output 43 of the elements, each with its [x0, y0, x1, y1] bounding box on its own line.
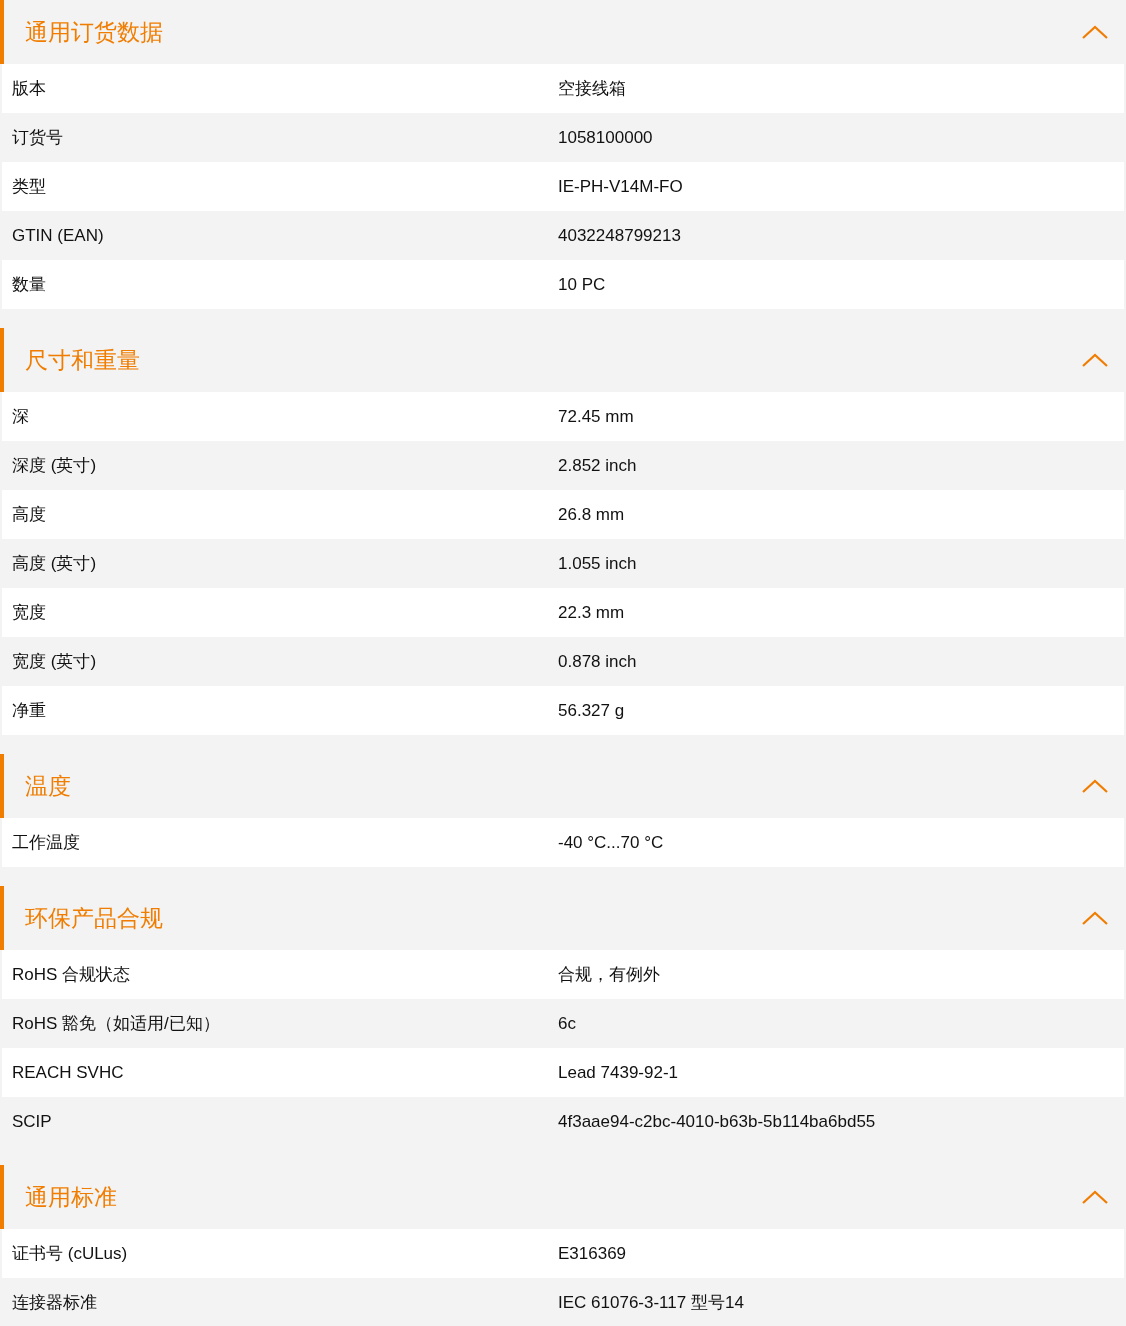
spec-value: 56.327 g	[558, 699, 626, 722]
chevron-up-icon	[1081, 24, 1109, 40]
spec-label: 数量	[12, 273, 47, 296]
spec-label: RoHS 合规状态	[12, 963, 132, 986]
spec-label: 工作温度	[12, 831, 81, 854]
spec-value: -40 °C...70 °C	[558, 831, 665, 854]
spec-value: 空接线箱	[558, 77, 627, 100]
spec-value: 1.055 inch	[558, 552, 638, 575]
spec-label: 证书号 (cULus)	[12, 1242, 129, 1265]
spec-value: 2.852 inch	[558, 454, 638, 477]
spec-value: 22.3 mm	[558, 601, 626, 624]
spec-value: IEC 61076-3-117 型号14	[558, 1291, 745, 1314]
chevron-up-icon	[1081, 352, 1109, 368]
spec-value: 0.878 inch	[558, 650, 638, 673]
spec-label: 净重	[12, 699, 47, 722]
spec-label: 连接器标准	[12, 1291, 98, 1314]
spec-label: 订货号	[12, 126, 64, 149]
spec-value: 4032248799213	[558, 224, 682, 247]
spec-value: 合规，有例外	[558, 963, 661, 986]
spec-label: 深	[12, 405, 30, 428]
spec-value: 26.8 mm	[558, 503, 626, 526]
spec-label: 深度 (英寸)	[12, 454, 98, 477]
chevron-up-icon	[1081, 1189, 1109, 1205]
spec-label: 宽度 (英寸)	[12, 650, 98, 673]
spec-label: 类型	[12, 175, 47, 198]
spec-label: GTIN (EAN)	[12, 224, 105, 247]
spec-label: SCIP	[12, 1110, 53, 1133]
spec-label: 高度 (英寸)	[12, 552, 98, 575]
spec-value: 6c	[558, 1012, 577, 1035]
spec-label: RoHS 豁免（如适用/已知）	[12, 1012, 221, 1035]
spec-value: Lead 7439-92-1	[558, 1061, 680, 1084]
spec-label: 高度	[12, 503, 47, 526]
spec-label: 宽度	[12, 601, 47, 624]
spec-value: E316369	[558, 1242, 628, 1265]
spec-value: IE-PH-V14M-FO	[558, 175, 684, 198]
spec-value: 72.45 mm	[558, 405, 635, 428]
spec-label: 版本	[12, 77, 47, 100]
spec-value: 10 PC	[558, 273, 607, 296]
spec-value: 1058100000	[558, 126, 654, 149]
chevron-up-icon	[1081, 910, 1109, 926]
spec-label: REACH SVHC	[12, 1061, 125, 1084]
spec-value: 4f3aae94-c2bc-4010-b63b-5b114ba6bd55	[558, 1110, 877, 1133]
chevron-up-icon	[1081, 778, 1109, 794]
